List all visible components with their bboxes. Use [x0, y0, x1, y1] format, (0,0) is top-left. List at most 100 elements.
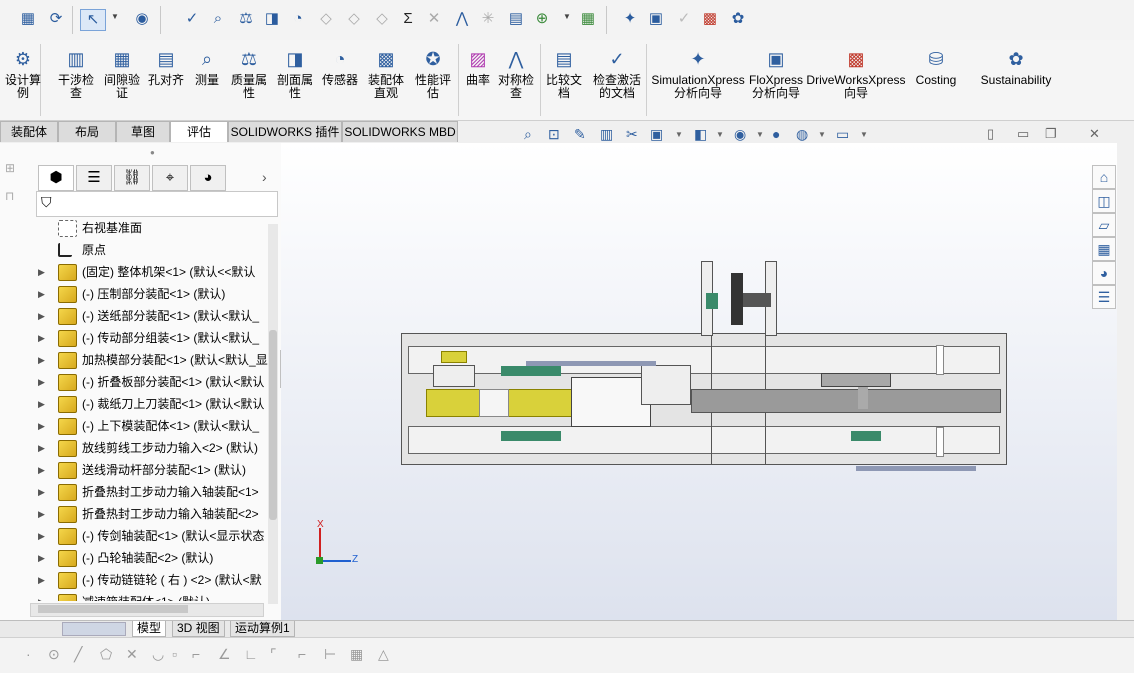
- chevron-down-icon[interactable]: ▼: [756, 130, 764, 139]
- file-explorer-icon[interactable]: ▱: [1092, 213, 1116, 237]
- measure-icon[interactable]: ⌕: [208, 9, 228, 29]
- export-icon[interactable]: ▦: [578, 9, 598, 29]
- angle-icon[interactable]: ∟: [244, 646, 258, 662]
- chevron-down-icon[interactable]: ▼: [563, 12, 571, 21]
- tab-scroll-buttons[interactable]: [62, 622, 126, 636]
- rebuild-icon[interactable]: ⟳: [46, 9, 66, 29]
- view-palette-icon[interactable]: ▦: [1092, 237, 1116, 261]
- tree-item[interactable]: ▶ 折叠热封工步动力输入轴装配<1>: [0, 481, 268, 503]
- tree-item[interactable]: ▶ (-) 传剑轴装配<1> (默认<显示状态: [0, 525, 268, 547]
- expand-arrow-icon[interactable]: ▶: [38, 327, 48, 349]
- tree-item[interactable]: ▶ (-) 送纸部分装配<1> (默认<默认_: [0, 305, 268, 327]
- sensor-icon[interactable]: ◔: [288, 9, 308, 29]
- check-icon[interactable]: ◇: [372, 9, 392, 29]
- tab-3d-view[interactable]: 3D 视图: [172, 621, 225, 637]
- interference-icon[interactable]: ✕: [424, 9, 444, 29]
- appearances-icon[interactable]: ◕: [1092, 261, 1116, 285]
- ribbon-button-18[interactable]: ✿ Sustainability: [976, 48, 1056, 87]
- hide-show-icon[interactable]: ◇: [316, 9, 336, 29]
- ribbon-button-4[interactable]: ⌕ 测量: [188, 48, 226, 87]
- chevron-down-icon[interactable]: ▼: [716, 130, 724, 139]
- tree-item[interactable]: ▶ 减速箱装配体<1> (默认): [0, 591, 268, 601]
- trim-icon[interactable]: ✕: [126, 646, 138, 663]
- graphics-area[interactable]: X Z: [281, 143, 1117, 620]
- filter-bar[interactable]: ⛉: [36, 191, 278, 217]
- expand-arrow-icon[interactable]: ▶: [38, 591, 48, 601]
- chevron-down-icon[interactable]: ▼: [675, 130, 683, 139]
- close-icon[interactable]: ✕: [1089, 126, 1100, 142]
- expand-arrow-icon[interactable]: ▶: [38, 481, 48, 503]
- propertymanager-icon[interactable]: ☰: [76, 165, 112, 191]
- expand-arrow-icon[interactable]: ▶: [38, 305, 48, 327]
- zoom-area-icon[interactable]: ⊡: [548, 126, 560, 143]
- tab-sketch[interactable]: 草图: [116, 121, 170, 142]
- circle-icon[interactable]: ⊙: [48, 646, 60, 663]
- expand-arrow-icon[interactable]: ▶: [38, 569, 48, 591]
- triangle-icon[interactable]: △: [378, 646, 389, 663]
- tree-item[interactable]: ▶ (-) 裁纸刀上刀装配<1> (默认<默认: [0, 393, 268, 415]
- previous-view-icon[interactable]: ✎: [574, 126, 586, 143]
- expand-arrow-icon[interactable]: ▶: [38, 459, 48, 481]
- sustainability-icon[interactable]: ✿: [728, 9, 748, 29]
- symmetry-icon[interactable]: ⋀: [452, 9, 472, 29]
- display-style-icon[interactable]: ◧: [694, 126, 707, 143]
- tree-item[interactable]: ▶ 放线剪线工步动力输入<2> (默认): [0, 437, 268, 459]
- ribbon-button-12[interactable]: ▤ 比较文 档: [540, 48, 588, 100]
- apply-scene-icon[interactable]: ◍: [796, 126, 808, 143]
- tab-motion-study[interactable]: 运动算例1: [230, 621, 295, 637]
- ribbon-button-3[interactable]: ▤ 孔对齐: [144, 48, 188, 87]
- line-icon[interactable]: ╱: [74, 646, 82, 663]
- diagnose-icon[interactable]: ✦: [620, 9, 640, 29]
- expand-arrow-icon[interactable]: ▶: [38, 437, 48, 459]
- expand-arrow-icon[interactable]: ▶: [38, 283, 48, 305]
- spell-check-icon[interactable]: ✓: [182, 9, 202, 29]
- ok-icon[interactable]: ✓: [674, 9, 694, 29]
- featuremanager-icon[interactable]: ⬢: [38, 165, 74, 191]
- minimize-icon[interactable]: ▭: [1017, 126, 1029, 142]
- expand-arrow-icon[interactable]: ▶: [38, 415, 48, 437]
- fillet-icon[interactable]: ⌐: [192, 646, 200, 662]
- check-icon[interactable]: ◇: [344, 9, 364, 29]
- tree-item[interactable]: ▶ (-) 上下模装配体<1> (默认<默认_: [0, 415, 268, 437]
- dropdown-icon[interactable]: ▫: [172, 646, 177, 662]
- view-settings-icon[interactable]: ▭: [836, 126, 849, 143]
- offset-icon[interactable]: ∠: [218, 646, 231, 663]
- tree-item[interactable]: ▶ 送线滑动杆部分装配<1> (默认): [0, 459, 268, 481]
- view-orientation-icon[interactable]: ▣: [650, 126, 663, 143]
- corner-icon[interactable]: ⌜: [270, 646, 277, 663]
- explode-icon[interactable]: ✳: [478, 9, 498, 29]
- tree-item[interactable]: ▶ (-) 传动链链轮 ( 右 ) <2> (默认<默: [0, 569, 268, 591]
- polygon-icon[interactable]: ⬠: [100, 646, 112, 663]
- tree-item[interactable]: ▶ (-) 凸轮轴装配<2> (默认): [0, 547, 268, 569]
- ribbon-button-11[interactable]: ⋀ 对称检 查: [494, 48, 538, 100]
- panel-grip[interactable]: ●: [150, 148, 155, 157]
- select-icon[interactable]: ↖: [80, 9, 106, 31]
- ribbon-button-15[interactable]: ▣ FloXpress 分析向导: [744, 48, 808, 100]
- chevron-right-icon[interactable]: ›: [262, 169, 267, 185]
- custom-properties-icon[interactable]: ☰: [1092, 285, 1116, 309]
- ribbon-button-2[interactable]: ▦ 间隙验 证: [100, 48, 144, 100]
- tree-horizontal-thumb[interactable]: [38, 605, 188, 613]
- chevron-down-icon[interactable]: ▼: [818, 130, 826, 139]
- dynamic-annotation-icon[interactable]: ✂: [626, 126, 638, 143]
- tree-scroll-thumb[interactable]: [269, 330, 277, 520]
- dimxpert-icon[interactable]: ⌖: [152, 165, 188, 191]
- edit-appearance-icon[interactable]: ●: [772, 126, 780, 142]
- ribbon-button-10[interactable]: ▨ 曲率: [460, 48, 496, 87]
- tab-layout[interactable]: 布局: [58, 121, 116, 142]
- ribbon-button-9[interactable]: ✪ 性能评 估: [410, 48, 456, 100]
- tree-item[interactable]: ▶ 加热模部分装配<1> (默认<默认_显: [0, 349, 268, 371]
- hide-show-items-icon[interactable]: ◉: [734, 126, 746, 143]
- ribbon-button-17[interactable]: ⛁ Costing: [908, 48, 964, 87]
- chevron-down-icon[interactable]: ▼: [860, 130, 868, 139]
- color-icon[interactable]: ▣: [646, 9, 666, 29]
- ribbon-button-13[interactable]: ✓ 检查激活 的文档: [588, 48, 646, 100]
- restore-icon[interactable]: ❐: [1045, 126, 1057, 142]
- design-study-icon[interactable]: ▦: [18, 9, 38, 29]
- ribbon-button-14[interactable]: ✦ SimulationXpress 分析向导: [650, 48, 746, 100]
- ribbon-button-0[interactable]: ⚙ 设计算 例: [2, 48, 44, 100]
- chevron-down-icon[interactable]: ▼: [111, 12, 119, 21]
- expand-arrow-icon[interactable]: ▶: [38, 547, 48, 569]
- home-icon[interactable]: ⌂: [1092, 165, 1116, 189]
- driveworks-icon[interactable]: ▩: [700, 9, 720, 29]
